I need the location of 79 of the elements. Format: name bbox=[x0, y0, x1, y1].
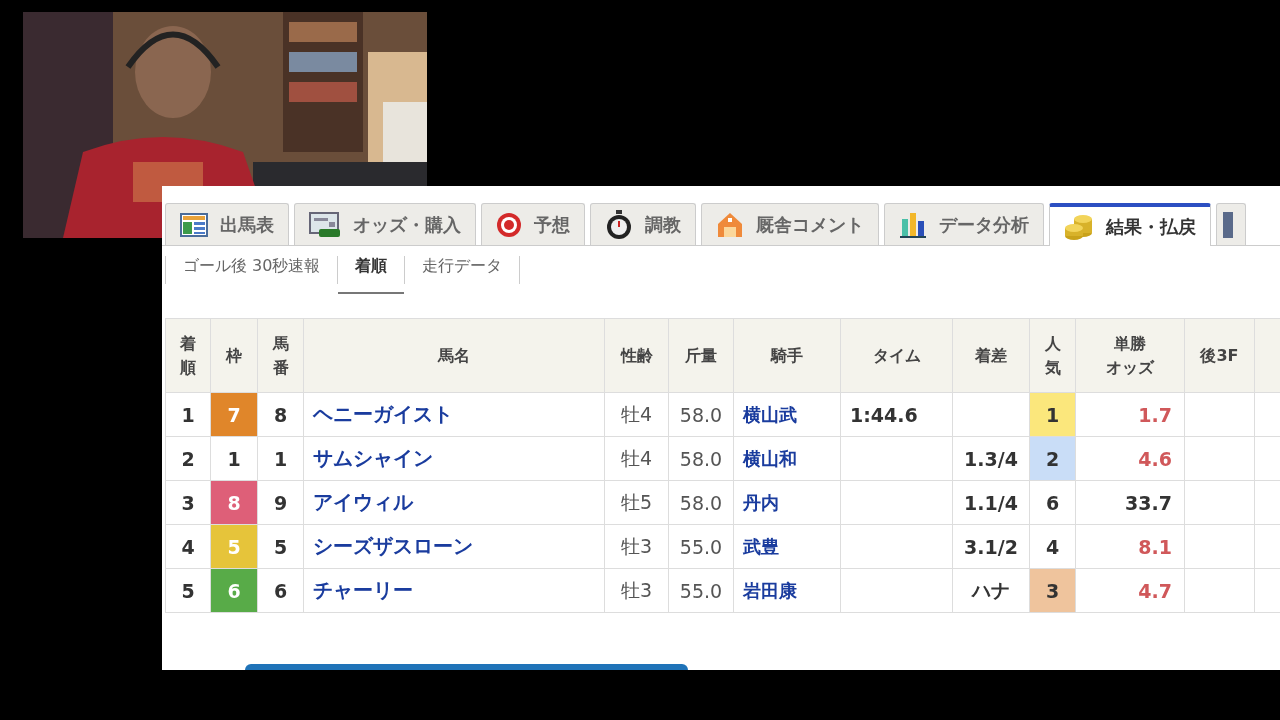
table-icon bbox=[180, 212, 208, 237]
table-cell: 2 bbox=[165, 436, 211, 481]
table-cell: 58.0 bbox=[668, 480, 734, 525]
tab[interactable]: 厩舎コメント bbox=[701, 203, 879, 245]
odds-value: 4.7 bbox=[1075, 568, 1185, 613]
bar-chart-icon bbox=[899, 210, 927, 239]
column-header: 単勝 オッズ bbox=[1075, 318, 1185, 393]
column-header: 枠 bbox=[210, 318, 258, 393]
column-header: 着差 bbox=[952, 318, 1030, 393]
table-cell: 58.0 bbox=[668, 436, 734, 481]
table-cell: ハナ bbox=[952, 568, 1030, 613]
subtab[interactable]: ゴール後 30秒速報 bbox=[166, 254, 338, 294]
table-cell: 4 bbox=[1029, 524, 1076, 569]
jockey-link[interactable]: 岩田康 bbox=[733, 568, 841, 613]
horse-link[interactable]: チャーリー bbox=[303, 568, 605, 613]
horse-link[interactable]: シーズザスローン bbox=[303, 524, 605, 569]
column-header: 人気 bbox=[1029, 318, 1076, 393]
odds-value: 8.1 bbox=[1075, 524, 1185, 569]
frame-number: 7 bbox=[210, 392, 258, 437]
table-cell: 4 bbox=[165, 524, 211, 569]
popularity-badge: 1 bbox=[1029, 392, 1076, 437]
table-cell: 55.0 bbox=[668, 524, 734, 569]
target-icon bbox=[496, 211, 522, 238]
coins-icon bbox=[1064, 212, 1094, 241]
popularity-badge: 3 bbox=[1029, 568, 1076, 613]
column-header: 後3F bbox=[1184, 318, 1255, 393]
table-cell: 55.0 bbox=[668, 568, 734, 613]
popularity-badge: 2 bbox=[1029, 436, 1076, 481]
table-cell: 1.1/4 bbox=[952, 480, 1030, 525]
table-cell: 牡5 bbox=[604, 480, 669, 525]
table-cell: 牡4 bbox=[604, 392, 669, 437]
subtab[interactable]: 走行データ bbox=[405, 254, 520, 294]
frame-number: 1 bbox=[210, 436, 258, 481]
column-header: 馬名 bbox=[303, 318, 605, 393]
table-cell: 9 bbox=[257, 480, 304, 525]
odds-value: 1.7 bbox=[1075, 392, 1185, 437]
jockey-link[interactable]: 武豊 bbox=[733, 524, 841, 569]
table-cell: 1:44.6 bbox=[840, 392, 953, 437]
table-cell: 3 bbox=[165, 480, 211, 525]
table-cell: 8 bbox=[257, 392, 304, 437]
table-cell: 6 bbox=[1029, 480, 1076, 525]
horse-link[interactable]: サムシャイン bbox=[303, 436, 605, 481]
column-header: 性齢 bbox=[604, 318, 669, 393]
column-header: 着順 bbox=[165, 318, 211, 393]
table-cell: 5 bbox=[165, 568, 211, 613]
jockey-link[interactable]: 横山和 bbox=[733, 436, 841, 481]
frame-number: 8 bbox=[210, 480, 258, 525]
frame-number: 6 bbox=[210, 568, 258, 613]
jockey-link[interactable]: 横山武 bbox=[733, 392, 841, 437]
table-cell: 3.1/2 bbox=[952, 524, 1030, 569]
column-header: 騎手 bbox=[733, 318, 841, 393]
tab[interactable]: 調教 bbox=[590, 203, 696, 245]
stopwatch-icon bbox=[605, 209, 633, 240]
table-cell: 58.0 bbox=[668, 392, 734, 437]
odds-value: 33.7 bbox=[1075, 480, 1185, 525]
ticket-icon bbox=[309, 211, 341, 238]
table-cell: 5 bbox=[257, 524, 304, 569]
table-cell: 1 bbox=[165, 392, 211, 437]
tab[interactable]: オッズ・購入 bbox=[294, 203, 476, 245]
jockey-link[interactable]: 丹内 bbox=[733, 480, 841, 525]
table-cell: 1.3/4 bbox=[952, 436, 1030, 481]
horse-link[interactable]: アイウィル bbox=[303, 480, 605, 525]
tab[interactable]: 予想 bbox=[481, 203, 585, 245]
horse-link[interactable]: ヘニーガイスト bbox=[303, 392, 605, 437]
tab[interactable]: データ分析 bbox=[884, 203, 1044, 245]
odds-value: 4.6 bbox=[1075, 436, 1185, 481]
table-cell: 1 bbox=[257, 436, 304, 481]
table-cell: 6 bbox=[257, 568, 304, 613]
tab[interactable]: 出馬表 bbox=[165, 203, 289, 245]
barn-icon bbox=[716, 211, 744, 238]
column-header: 斤量 bbox=[668, 318, 734, 393]
column-header: タイム bbox=[840, 318, 953, 393]
table-cell: 牡4 bbox=[604, 436, 669, 481]
frame-number: 5 bbox=[210, 524, 258, 569]
column-header: 馬番 bbox=[257, 318, 304, 393]
tab[interactable]: 結果・払戻 bbox=[1049, 203, 1211, 246]
table-cell: 牡3 bbox=[604, 524, 669, 569]
tab[interactable] bbox=[1216, 203, 1246, 245]
table-cell: 牡3 bbox=[604, 568, 669, 613]
